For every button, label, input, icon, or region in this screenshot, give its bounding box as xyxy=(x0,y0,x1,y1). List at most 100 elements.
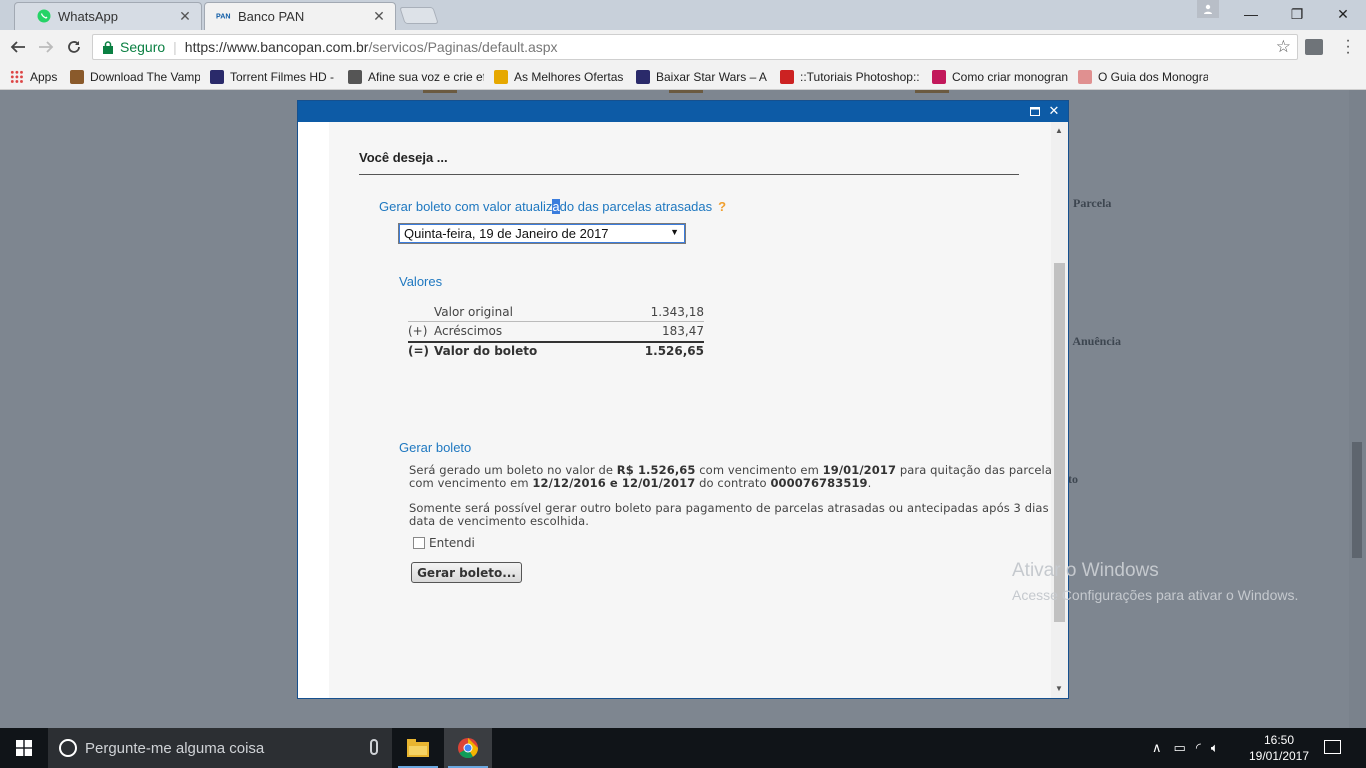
page-scrollbar[interactable] xyxy=(1349,90,1366,728)
dropdown-arrow-icon: ▼ xyxy=(670,227,679,237)
bookmark-item[interactable]: Torrent Filmes HD - Fi xyxy=(210,69,338,84)
entendi-checkbox-row[interactable]: Entendi xyxy=(413,536,475,550)
cortana-search-box[interactable]: Pergunte-me alguma coisa xyxy=(48,728,392,768)
url-host: https://www.bancopan.com.br xyxy=(184,39,369,55)
bookmark-item[interactable]: O Guia dos Monogran xyxy=(1078,69,1208,84)
boleto-dialog: ✕ Você deseja ... Gerar boleto com valor… xyxy=(297,100,1069,699)
extension-icon[interactable] xyxy=(1305,39,1323,55)
table-row: (+) Acréscimos 183,47 xyxy=(408,321,704,339)
forward-arrow-icon[interactable] xyxy=(35,36,57,58)
values-title: Valores xyxy=(399,274,443,289)
close-icon[interactable]: ✕ xyxy=(1047,103,1061,118)
chrome-menu-icon[interactable]: · · · xyxy=(1343,33,1353,61)
chevron-up-icon[interactable]: ∧ xyxy=(1152,740,1162,756)
dialog-heading: Você deseja ... xyxy=(359,150,448,165)
battery-icon[interactable]: ▭ xyxy=(1174,740,1186,756)
wifi-icon[interactable]: ◜ xyxy=(1196,740,1201,756)
bg-decoration xyxy=(669,90,703,93)
minimize-button[interactable]: — xyxy=(1228,0,1274,28)
tab-title: WhatsApp xyxy=(58,8,118,24)
tab-whatsapp[interactable]: WhatsApp ✕ xyxy=(14,2,202,30)
boleto-warning-text: Somente será possível gerar outro boleto… xyxy=(409,501,1067,528)
chrome-taskbar-icon[interactable] xyxy=(444,728,492,768)
secure-label: Seguro xyxy=(120,39,166,55)
table-row-total: (=) Valor do boleto 1.526,65 xyxy=(408,341,704,359)
bookmark-item[interactable]: Como criar monogran xyxy=(932,69,1068,84)
volume-icon[interactable]: 🔈︎ xyxy=(1211,740,1219,756)
profile-icon[interactable] xyxy=(1197,0,1219,18)
apps-grid-icon xyxy=(10,69,24,84)
film-icon xyxy=(210,69,224,84)
help-icon[interactable]: ? xyxy=(718,199,726,214)
boleto-title: Gerar boleto xyxy=(399,440,472,455)
boleto-info-text: Será gerado um boleto no valor de R$ 1.5… xyxy=(409,463,1059,490)
reload-icon[interactable] xyxy=(63,36,85,58)
bookmark-icon xyxy=(70,69,84,84)
url-path: /servicos/Paginas/default.aspx xyxy=(368,39,558,55)
system-tray: ∧ ▭ ◜ 🔈︎ xyxy=(1152,728,1219,768)
scroll-down-icon[interactable]: ▼ xyxy=(1055,684,1063,693)
bookmark-item[interactable]: Baixar Star Wars – A S xyxy=(636,69,770,84)
taskbar-clock[interactable]: 16:50 19/01/2017 xyxy=(1247,732,1311,764)
film-icon xyxy=(636,69,650,84)
windows-start-icon[interactable] xyxy=(0,728,48,768)
bookmark-item[interactable]: As Melhores Ofertas | xyxy=(494,69,626,84)
microphone-icon[interactable] xyxy=(370,739,378,755)
back-arrow-icon[interactable] xyxy=(7,36,29,58)
bookmark-icon xyxy=(1078,69,1092,84)
bookmarks-bar: Apps Download The Vampi Torrent Filmes HD … xyxy=(0,64,1366,90)
close-icon[interactable]: ✕ xyxy=(178,8,192,25)
divider xyxy=(359,174,1019,175)
option-label[interactable]: Gerar boleto com valor atualizado das pa… xyxy=(379,199,726,214)
file-explorer-icon[interactable] xyxy=(394,728,442,768)
search-placeholder: Pergunte-me alguma coisa xyxy=(85,739,265,757)
gerar-boleto-button[interactable]: Gerar boleto... xyxy=(411,562,522,583)
bookmark-icon xyxy=(780,69,794,84)
bookmark-label: ::Tutoriais Photoshop:: xyxy=(800,69,920,84)
watermark-line2: Acesse Configurações para ativar o Windo… xyxy=(1012,587,1299,603)
bookmark-label: O Guia dos Monogran xyxy=(1098,69,1208,84)
bookmark-label: As Melhores Ofertas | xyxy=(514,69,626,84)
selected-date: Quinta-feira, 19 de Janeiro de 2017 xyxy=(404,226,609,241)
close-icon[interactable]: ✕ xyxy=(372,8,386,25)
bookmark-label: Como criar monogran xyxy=(952,69,1068,84)
lock-icon xyxy=(102,40,114,54)
bg-label-anuencia: : Anuência xyxy=(1066,334,1122,348)
browser-tabstrip: WhatsApp ✕ PAN Banco PAN ✕ — ❐ ✕ xyxy=(0,0,1366,30)
close-window-button[interactable]: ✕ xyxy=(1320,0,1366,28)
bookmark-item[interactable]: Apps xyxy=(10,69,60,84)
checkbox-label: Entendi xyxy=(429,536,475,550)
dialog-body: Você deseja ... Gerar boleto com valor a… xyxy=(298,122,1068,698)
maximize-icon[interactable] xyxy=(1028,104,1042,118)
entendi-checkbox[interactable] xyxy=(413,537,425,549)
bookmark-item[interactable]: Download The Vampi xyxy=(70,69,200,84)
bookmark-item[interactable]: Afine sua voz e crie ef xyxy=(348,69,484,84)
bookmark-icon xyxy=(348,69,362,84)
values-table: Valor original 1.343,18 (+) Acréscimos 1… xyxy=(408,303,704,359)
bg-decoration xyxy=(915,90,949,93)
due-date-select[interactable]: Quinta-feira, 19 de Janeiro de 2017 ▼ xyxy=(398,223,686,244)
bookmark-label: Afine sua voz e crie ef xyxy=(368,69,484,84)
dialog-scrollbar[interactable]: ▲ ▼ xyxy=(1051,122,1068,698)
coin-icon xyxy=(494,69,508,84)
scroll-up-icon[interactable]: ▲ xyxy=(1055,126,1063,135)
new-tab-button[interactable] xyxy=(399,7,439,24)
bookmark-icon xyxy=(932,69,946,84)
tab-banco-pan[interactable]: PAN Banco PAN ✕ xyxy=(204,2,396,30)
bookmark-item[interactable]: ::Tutoriais Photoshop:: xyxy=(780,69,922,84)
svg-text:PAN: PAN xyxy=(216,13,230,21)
bookmark-label: Baixar Star Wars – A S xyxy=(656,69,770,84)
bookmark-star-icon[interactable]: ☆ xyxy=(1276,37,1291,57)
dialog-titlebar: ✕ xyxy=(298,101,1068,122)
clock-date: 19/01/2017 xyxy=(1248,749,1310,763)
pan-logo-icon: PAN xyxy=(216,8,232,24)
restore-button[interactable]: ❐ xyxy=(1274,0,1320,28)
bg-decoration xyxy=(423,90,457,93)
address-bar[interactable]: Seguro | https://www.bancopan.com.br/ser… xyxy=(92,34,1298,60)
bookmark-label: Torrent Filmes HD - Fi xyxy=(230,69,338,84)
notification-icon[interactable] xyxy=(1324,740,1341,754)
bookmark-label: Apps xyxy=(30,69,58,84)
tab-title: Banco PAN xyxy=(238,8,305,24)
bg-label-other: to xyxy=(1068,472,1078,486)
clock-time: 16:50 xyxy=(1263,733,1295,747)
